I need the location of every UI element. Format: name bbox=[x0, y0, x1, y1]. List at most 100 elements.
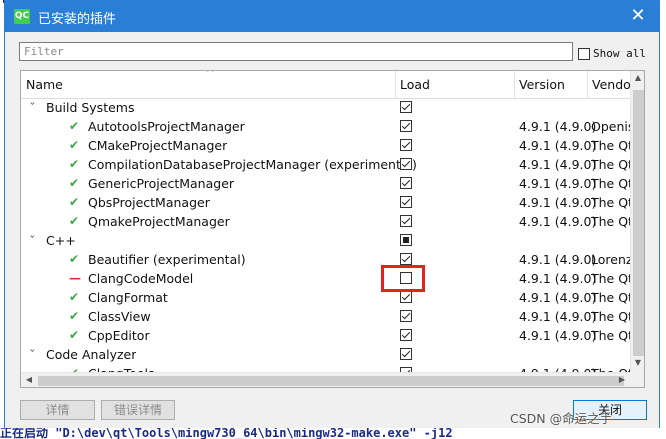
tree-header: Name ^ Load Version Vendo bbox=[21, 71, 630, 99]
plugin-vendor: The Qt bbox=[591, 290, 630, 305]
scroll-down-icon[interactable]: ▼ bbox=[631, 358, 644, 367]
load-checkbox[interactable] bbox=[400, 158, 412, 170]
loaded-check-icon: ✔ bbox=[69, 364, 81, 372]
loaded-check-icon: ✔ bbox=[69, 138, 80, 152]
plugin-version: 4.9.1 (4.9.0) bbox=[519, 119, 597, 134]
plugin-vendor: The Qt bbox=[591, 364, 630, 372]
horizontal-scroll-thumb[interactable] bbox=[38, 376, 624, 386]
plugin-name: QmakeProjectManager bbox=[88, 214, 230, 229]
scroll-corner bbox=[630, 372, 644, 387]
error-details-button[interactable]: 错误详情 bbox=[101, 400, 175, 420]
loaded-check-icon: ✔ bbox=[69, 309, 80, 323]
plugin-version: 4.9.1 (4.9.0) bbox=[519, 214, 597, 229]
plugin-version: 4.9.1 (4.9.0) bbox=[519, 271, 597, 286]
load-checkbox[interactable] bbox=[400, 291, 412, 303]
plugin-version: 4.9.1 (4.9.0) bbox=[519, 290, 597, 305]
scroll-left-icon[interactable]: ◀ bbox=[22, 375, 36, 384]
column-header-version[interactable]: Version bbox=[514, 71, 586, 98]
tree-plugin-row[interactable]: ✔ Beautifier (experimental) 4.9.1 (4.9.0) L… bbox=[21, 250, 630, 269]
plugin-vendor: The Qt bbox=[591, 214, 630, 229]
load-checkbox[interactable] bbox=[400, 177, 412, 189]
disabled-dash-icon: — bbox=[69, 271, 81, 285]
plugin-vendor: Lorenz bbox=[591, 252, 630, 267]
show-all-label: Show all bbox=[593, 47, 646, 60]
plugin-vendor: The Qt bbox=[591, 195, 630, 210]
load-checkbox[interactable] bbox=[400, 139, 412, 151]
console-output-line: 正在启动 "D:\dev\qt\Tools\mingw730_64\bin\mi… bbox=[0, 428, 666, 439]
tree-plugin-row[interactable]: ✔ QbsProjectManager 4.9.1 (4.9.0) The Qt bbox=[21, 193, 630, 212]
tree-group-row[interactable]: › Build Systems bbox=[21, 98, 630, 117]
loaded-check-icon: ✔ bbox=[69, 119, 80, 133]
plugin-version: 4.9.1 (4.9.0) bbox=[519, 252, 597, 267]
plugin-name: CMakeProjectManager bbox=[88, 138, 228, 153]
group-name: C++ bbox=[46, 233, 76, 248]
title-bar[interactable]: QC 已安装的插件 ✕ bbox=[5, 1, 659, 32]
plugin-name: Beautifier (experimental) bbox=[88, 252, 246, 267]
tree-plugin-row[interactable]: — ClangCodeModel 4.9.1 (4.9.0) The Qt bbox=[21, 269, 630, 288]
plugin-vendor: The Qt bbox=[591, 176, 630, 191]
installed-plugins-dialog: QC 已安装的插件 ✕ Show all Name ^ Load Version… bbox=[4, 0, 660, 430]
expand-arrow-icon[interactable]: › bbox=[23, 349, 42, 361]
plugin-name: CppEditor bbox=[88, 328, 150, 343]
plugin-vendor: Openis bbox=[591, 119, 630, 134]
csdn-watermark: CSDN @命运之手 bbox=[510, 411, 613, 426]
plugin-name: ClangFormat bbox=[88, 290, 168, 305]
plugin-vendor: The Qt bbox=[591, 328, 630, 343]
tree-group-row[interactable]: › Code Analyzer bbox=[21, 345, 630, 364]
tree-group-row[interactable]: › C++ bbox=[21, 231, 630, 250]
group-name: Build Systems bbox=[46, 100, 135, 115]
load-checkbox[interactable] bbox=[400, 120, 412, 132]
load-checkbox[interactable] bbox=[400, 348, 412, 360]
show-all-checkbox[interactable]: Show all bbox=[578, 45, 646, 60]
tree-plugin-row[interactable]: ✔ ClassView 4.9.1 (4.9.0) The Qt bbox=[21, 307, 630, 326]
plugin-version: 4.9.1 (4.9.0) bbox=[519, 138, 597, 153]
load-checkbox[interactable] bbox=[400, 234, 412, 246]
plugin-name: QbsProjectManager bbox=[88, 195, 210, 210]
plugin-name: GenericProjectManager bbox=[88, 176, 235, 191]
horizontal-scrollbar[interactable]: ◀ ▶ bbox=[21, 372, 630, 387]
loaded-check-icon: ✔ bbox=[69, 328, 80, 342]
load-checkbox[interactable] bbox=[400, 272, 412, 284]
show-all-box[interactable] bbox=[578, 47, 590, 60]
plugin-name: ClangCodeModel bbox=[88, 271, 194, 286]
load-checkbox[interactable] bbox=[400, 101, 412, 113]
tree-plugin-row[interactable]: ✔ AutotoolsProjectManager 4.9.1 (4.9.0) Ope… bbox=[21, 117, 630, 136]
window-title: 已安装的插件 bbox=[38, 12, 117, 27]
filter-input[interactable] bbox=[19, 42, 573, 61]
vertical-scroll-thumb[interactable] bbox=[633, 90, 644, 356]
plugin-version: 4.9.1 (4.9.0) bbox=[519, 157, 597, 172]
tree-plugin-row[interactable]: ✔ ClangFormat 4.9.1 (4.9.0) The Qt bbox=[21, 288, 630, 307]
expand-arrow-icon[interactable]: › bbox=[23, 102, 42, 114]
expand-arrow-icon[interactable]: › bbox=[23, 235, 42, 247]
tree-plugin-row[interactable]: ✔ QmakeProjectManager 4.9.1 (4.9.0) The Qt bbox=[21, 212, 630, 231]
vertical-scrollbar[interactable]: ▲ ▼ bbox=[630, 71, 644, 372]
loaded-check-icon: ✔ bbox=[69, 252, 80, 266]
plugin-name: AutotoolsProjectManager bbox=[88, 119, 245, 134]
plugin-vendor: The Qt bbox=[591, 157, 630, 172]
tree-plugin-row[interactable]: ✔ CMakeProjectManager 4.9.1 (4.9.0) The Qt bbox=[21, 136, 630, 155]
load-checkbox[interactable] bbox=[400, 196, 412, 208]
loaded-check-icon: ✔ bbox=[69, 290, 80, 304]
plugin-version: 4.9.1 (4.9.0) bbox=[519, 328, 597, 343]
load-checkbox[interactable] bbox=[400, 215, 412, 227]
close-icon[interactable]: ✕ bbox=[627, 3, 649, 29]
load-checkbox[interactable] bbox=[400, 329, 412, 341]
load-checkbox[interactable] bbox=[400, 253, 412, 265]
tree-plugin-row[interactable]: ✔ CppEditor 4.9.1 (4.9.0) The Qt bbox=[21, 326, 630, 345]
scroll-up-icon[interactable]: ▲ bbox=[631, 73, 644, 82]
details-button[interactable]: 详情 bbox=[20, 400, 95, 420]
plugin-name: ClangTools bbox=[88, 364, 155, 372]
qtcreator-app-icon: QC bbox=[14, 9, 30, 24]
tree-plugin-row[interactable]: ✔ CompilationDatabaseProjectManager (expe… bbox=[21, 155, 630, 174]
plugin-vendor: The Qt bbox=[591, 271, 630, 286]
tree-plugin-row[interactable]: ✔ GenericProjectManager 4.9.1 (4.9.0) The Q… bbox=[21, 174, 630, 193]
loaded-check-icon: ✔ bbox=[69, 157, 80, 171]
plugin-vendor: The Qt bbox=[591, 138, 630, 153]
load-checkbox[interactable] bbox=[400, 310, 412, 322]
column-header-vendor[interactable]: Vendo bbox=[587, 71, 630, 98]
plugin-tree[interactable]: Name ^ Load Version Vendo › Build Systems… bbox=[20, 70, 645, 388]
column-header-load[interactable]: Load bbox=[395, 71, 513, 98]
tree-plugin-row[interactable]: ✔ ClangTools 4.9.1 (4.9.0)The Qt bbox=[21, 364, 630, 372]
loaded-check-icon: ✔ bbox=[69, 195, 80, 209]
scroll-right-icon[interactable]: ▶ bbox=[615, 375, 629, 384]
